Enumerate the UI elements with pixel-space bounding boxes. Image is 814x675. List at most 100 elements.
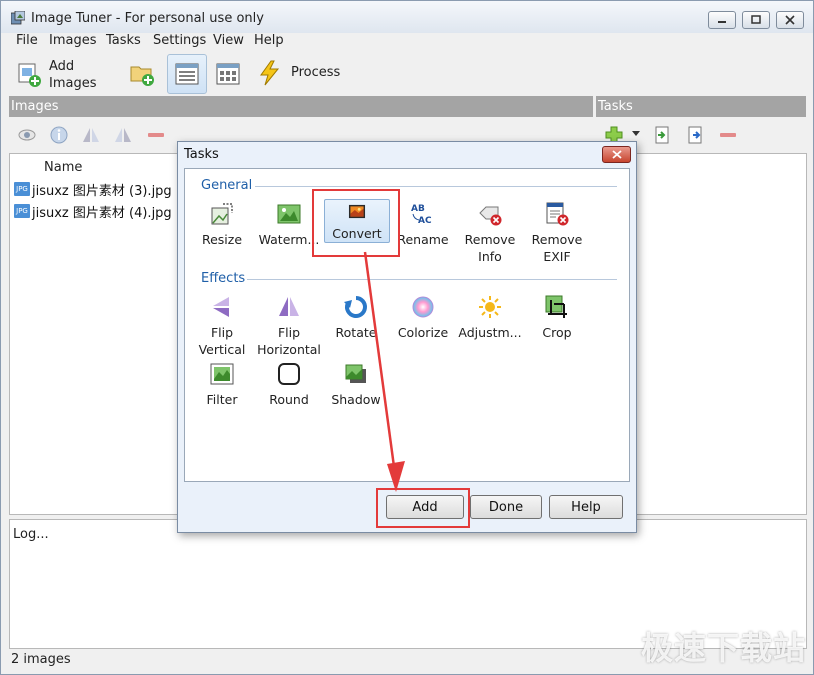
images-panel-header: Images bbox=[9, 96, 593, 117]
watermark-icon bbox=[277, 204, 301, 224]
flip-vertical-icon bbox=[213, 297, 229, 317]
minimize-icon bbox=[718, 21, 726, 23]
flip-right-icon[interactable] bbox=[113, 125, 133, 145]
file-name: jisuxz 图片素材 (3).jpg bbox=[32, 183, 172, 199]
crop-icon bbox=[545, 295, 567, 318]
process-button[interactable]: Process bbox=[257, 59, 341, 87]
task-label-line2: EXIF bbox=[543, 249, 571, 264]
list-item[interactable]: JPG jisuxz 图片素材 (3).jpg bbox=[14, 179, 172, 199]
group-label-effects: Effects bbox=[201, 271, 246, 286]
import-task-icon[interactable] bbox=[652, 125, 672, 145]
annotation-arrow bbox=[363, 251, 405, 492]
file-name: jisuxz 图片素材 (4).jpg bbox=[32, 205, 172, 221]
info-icon[interactable] bbox=[49, 125, 69, 145]
done-button[interactable]: Done bbox=[470, 495, 542, 519]
filter-icon bbox=[210, 363, 234, 385]
group-divider bbox=[247, 279, 617, 280]
dialog-close-button[interactable] bbox=[602, 146, 631, 163]
task-label: Round bbox=[269, 392, 309, 407]
menu-settings[interactable]: Settings bbox=[153, 33, 206, 48]
task-flip-vertical[interactable]: Flip Vertical bbox=[190, 294, 254, 358]
remove-info-icon bbox=[479, 206, 502, 226]
add-images-button[interactable]: Add Images bbox=[15, 56, 99, 92]
annotation-box-convert bbox=[312, 189, 400, 257]
minimize-button[interactable] bbox=[708, 11, 736, 29]
task-label: Resize bbox=[201, 232, 243, 247]
rename-icon-text-ac: AC bbox=[418, 216, 432, 226]
rename-icon-text-ab: AB bbox=[411, 204, 425, 214]
task-label-line2: Info bbox=[478, 249, 502, 264]
list-item[interactable]: JPG jisuxz 图片素材 (4).jpg bbox=[14, 201, 172, 221]
view-thumbnails-button[interactable] bbox=[208, 54, 248, 94]
flip-left-icon[interactable] bbox=[81, 125, 101, 145]
process-label: Process bbox=[291, 65, 341, 80]
resize-icon bbox=[211, 203, 233, 225]
dialog-title: Tasks bbox=[184, 147, 219, 162]
task-adjustment[interactable]: Adjustm... bbox=[458, 294, 522, 341]
menu-bar: File Images Tasks Settings View Help bbox=[1, 33, 813, 51]
flip-horizontal-icon bbox=[279, 297, 299, 316]
watermark: 极速下载站 bbox=[641, 629, 807, 667]
details-view-icon bbox=[175, 63, 199, 85]
tasks-panel-header: Tasks bbox=[596, 96, 806, 117]
task-remove-info[interactable]: Remove Info bbox=[458, 201, 522, 265]
maximize-icon bbox=[751, 15, 761, 24]
task-remove-exif[interactable]: Remove EXIF bbox=[525, 201, 589, 265]
view-details-button[interactable] bbox=[167, 54, 207, 94]
title-bar[interactable]: Image Tuner - For personal use only bbox=[1, 1, 813, 33]
group-label-general: General bbox=[201, 178, 253, 193]
task-label: Remove bbox=[464, 232, 516, 247]
maximize-button[interactable] bbox=[742, 11, 770, 29]
remove-icon[interactable] bbox=[146, 125, 166, 145]
menu-view[interactable]: View bbox=[213, 33, 244, 48]
window-title: Image Tuner - For personal use only bbox=[31, 11, 264, 26]
round-corners-icon bbox=[278, 363, 300, 385]
menu-tasks[interactable]: Tasks bbox=[106, 33, 141, 48]
task-label: Waterm... bbox=[258, 232, 320, 247]
task-flip-horizontal[interactable]: Flip Horizontal bbox=[257, 294, 321, 358]
add-images-label-2: Images bbox=[49, 76, 97, 91]
jpg-file-icon: JPG bbox=[14, 204, 30, 218]
task-label: Remove bbox=[531, 232, 583, 247]
task-resize[interactable]: Resize bbox=[190, 201, 254, 248]
menu-images[interactable]: Images bbox=[49, 33, 97, 48]
main-toolbar: Add Images Process bbox=[1, 51, 813, 96]
task-crop[interactable]: Crop bbox=[525, 294, 589, 341]
task-rename[interactable]: AB AC Rename bbox=[391, 201, 455, 248]
task-label: Flip bbox=[210, 325, 234, 340]
status-bar-text: 2 images bbox=[11, 652, 71, 667]
eye-icon[interactable] bbox=[17, 125, 37, 145]
menu-file[interactable]: File bbox=[16, 33, 38, 48]
dropdown-arrow-icon[interactable] bbox=[632, 131, 640, 137]
lightning-icon bbox=[260, 60, 280, 86]
remove-exif-icon bbox=[546, 202, 569, 226]
rename-icon: AB AC bbox=[411, 204, 432, 226]
jpg-file-icon: JPG bbox=[14, 182, 30, 196]
annotation-box-add bbox=[376, 488, 470, 528]
task-label-line2: Horizontal bbox=[257, 342, 321, 357]
add-folder-icon[interactable] bbox=[129, 61, 155, 87]
sun-icon bbox=[479, 296, 501, 318]
task-label: Filter bbox=[206, 392, 238, 407]
task-label: Adjustm... bbox=[458, 325, 522, 340]
log-text: Log... bbox=[13, 527, 49, 542]
help-button[interactable]: Help bbox=[549, 495, 623, 519]
remove-task-icon[interactable] bbox=[718, 125, 738, 145]
task-round[interactable]: Round bbox=[257, 361, 321, 408]
app-icon bbox=[11, 11, 25, 25]
close-icon bbox=[785, 15, 795, 25]
task-label: Crop bbox=[542, 325, 572, 340]
thumbnails-view-icon bbox=[216, 63, 240, 85]
close-button[interactable] bbox=[776, 11, 804, 29]
close-icon bbox=[611, 150, 622, 159]
group-divider bbox=[255, 186, 617, 187]
task-label: Rename bbox=[397, 232, 449, 247]
add-image-icon bbox=[18, 63, 41, 87]
add-images-label-1: Add bbox=[49, 59, 75, 74]
task-label: Flip bbox=[277, 325, 301, 340]
column-header-name[interactable]: Name bbox=[44, 160, 82, 175]
task-label-line2: Vertical bbox=[198, 342, 246, 357]
task-filter[interactable]: Filter bbox=[190, 361, 254, 408]
export-task-icon[interactable] bbox=[685, 125, 705, 145]
menu-help[interactable]: Help bbox=[254, 33, 284, 48]
